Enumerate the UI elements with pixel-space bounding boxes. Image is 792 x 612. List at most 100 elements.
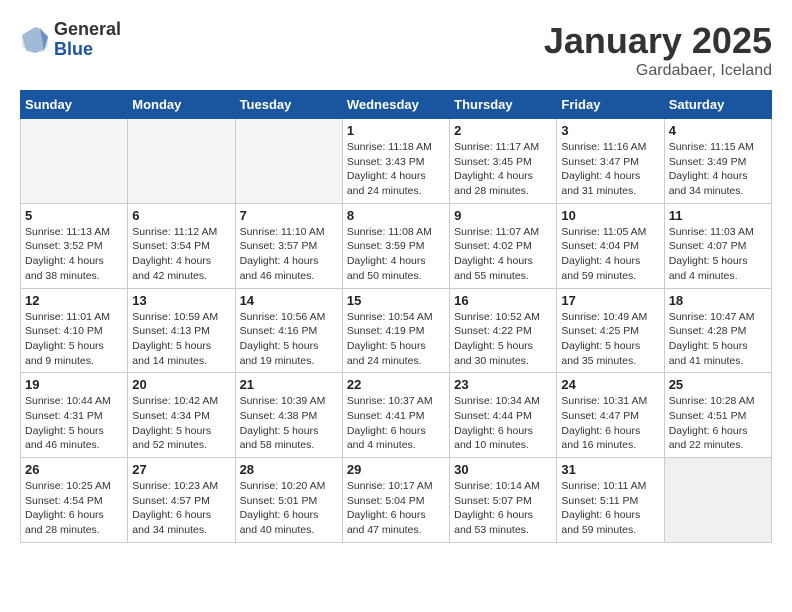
calendar-cell: 9 Sunrise: 11:07 AMSunset: 4:02 PMDayligh… (450, 203, 557, 288)
calendar-week-3: 12 Sunrise: 11:01 AMSunset: 4:10 PMDaylig… (21, 288, 772, 373)
calendar-cell (664, 458, 771, 543)
day-number: 10 (561, 208, 659, 223)
day-number: 29 (347, 462, 445, 477)
calendar-cell: 23 Sunrise: 10:34 AMSunset: 4:44 PMDaylig… (450, 373, 557, 458)
day-number: 3 (561, 123, 659, 138)
day-number: 26 (25, 462, 123, 477)
calendar-cell: 29 Sunrise: 10:17 AMSunset: 5:04 PMDaylig… (342, 458, 449, 543)
day-number: 2 (454, 123, 552, 138)
logo-icon (20, 25, 50, 55)
day-number: 6 (132, 208, 230, 223)
calendar-cell: 12 Sunrise: 11:01 AMSunset: 4:10 PMDaylig… (21, 288, 128, 373)
day-number: 9 (454, 208, 552, 223)
day-info: Sunrise: 11:07 AMSunset: 4:02 PMDaylight… (454, 225, 552, 284)
calendar-cell: 16 Sunrise: 10:52 AMSunset: 4:22 PMDaylig… (450, 288, 557, 373)
day-info: Sunrise: 11:10 AMSunset: 3:57 PMDaylight… (240, 225, 338, 284)
day-info: Sunrise: 10:25 AMSunset: 4:54 PMDaylight… (25, 479, 123, 538)
calendar-cell: 3Sunrise: 11:16 AMSunset: 3:47 PMDayligh… (557, 119, 664, 204)
day-number: 1 (347, 123, 445, 138)
day-info: Sunrise: 11:05 AMSunset: 4:04 PMDaylight… (561, 225, 659, 284)
day-number: 17 (561, 293, 659, 308)
calendar-cell: 17 Sunrise: 10:49 AMSunset: 4:25 PMDaylig… (557, 288, 664, 373)
weekday-header-row: SundayMondayTuesdayWednesdayThursdayFrid… (21, 91, 772, 119)
calendar-cell: 30 Sunrise: 10:14 AMSunset: 5:07 PMDaylig… (450, 458, 557, 543)
calendar-week-2: 5 Sunrise: 11:13 AMSunset: 3:52 PMDayligh… (21, 203, 772, 288)
day-number: 24 (561, 377, 659, 392)
day-number: 11 (669, 208, 767, 223)
calendar-cell: 22 Sunrise: 10:37 AMSunset: 4:41 PMDaylig… (342, 373, 449, 458)
calendar-cell: 6 Sunrise: 11:12 AMSunset: 3:54 PMDayligh… (128, 203, 235, 288)
calendar-cell: 21Sunrise: 10:39 AMSunset: 4:38 PMDaylig… (235, 373, 342, 458)
page-header: General Blue January 2025 Gardabaer, Ice… (20, 20, 772, 80)
calendar-cell: 13 Sunrise: 10:59 AMSunset: 4:13 PMDaylig… (128, 288, 235, 373)
weekday-header-tuesday: Tuesday (235, 91, 342, 119)
day-number: 25 (669, 377, 767, 392)
day-info: Sunrise: 10:14 AMSunset: 5:07 PMDaylight… (454, 479, 552, 538)
calendar-title: January 2025 (544, 20, 772, 62)
calendar-cell: 26 Sunrise: 10:25 AMSunset: 4:54 PMDaylig… (21, 458, 128, 543)
day-number: 5 (25, 208, 123, 223)
day-number: 14 (240, 293, 338, 308)
day-info: Sunrise: 11:18 AMSunset: 3:43 PMDaylight… (347, 140, 445, 199)
day-number: 19 (25, 377, 123, 392)
calendar-cell: 31Sunrise: 10:11 AMSunset: 5:11 PMDaylig… (557, 458, 664, 543)
day-number: 21 (240, 377, 338, 392)
day-info: Sunrise: 10:17 AMSunset: 5:04 PMDaylight… (347, 479, 445, 538)
day-info: Sunrise: 10:23 AMSunset: 4:57 PMDaylight… (132, 479, 230, 538)
day-number: 13 (132, 293, 230, 308)
calendar-cell: 4 Sunrise: 11:15 AMSunset: 3:49 PMDayligh… (664, 119, 771, 204)
weekday-header-wednesday: Wednesday (342, 91, 449, 119)
day-info: Sunrise: 10:47 AMSunset: 4:28 PMDaylight… (669, 310, 767, 369)
day-info: Sunrise: 10:44 AMSunset: 4:31 PMDaylight… (25, 394, 123, 453)
day-info: Sunrise: 10:49 AMSunset: 4:25 PMDaylight… (561, 310, 659, 369)
weekday-header-sunday: Sunday (21, 91, 128, 119)
weekday-header-monday: Monday (128, 91, 235, 119)
calendar-cell: 8Sunrise: 11:08 AMSunset: 3:59 PMDayligh… (342, 203, 449, 288)
calendar-cell (128, 119, 235, 204)
calendar-table: SundayMondayTuesdayWednesdayThursdayFrid… (20, 90, 772, 543)
day-number: 22 (347, 377, 445, 392)
calendar-week-4: 19 Sunrise: 10:44 AMSunset: 4:31 PMDaylig… (21, 373, 772, 458)
day-number: 7 (240, 208, 338, 223)
day-info: Sunrise: 10:54 AMSunset: 4:19 PMDaylight… (347, 310, 445, 369)
calendar-week-1: 1 Sunrise: 11:18 AMSunset: 3:43 PMDayligh… (21, 119, 772, 204)
day-number: 4 (669, 123, 767, 138)
day-info: Sunrise: 10:52 AMSunset: 4:22 PMDaylight… (454, 310, 552, 369)
day-info: Sunrise: 10:28 AMSunset: 4:51 PMDaylight… (669, 394, 767, 453)
day-number: 27 (132, 462, 230, 477)
calendar-cell: 18Sunrise: 10:47 AMSunset: 4:28 PMDaylig… (664, 288, 771, 373)
calendar-cell: 19 Sunrise: 10:44 AMSunset: 4:31 PMDaylig… (21, 373, 128, 458)
day-info: Sunrise: 11:01 AMSunset: 4:10 PMDaylight… (25, 310, 123, 369)
calendar-cell: 24Sunrise: 10:31 AMSunset: 4:47 PMDaylig… (557, 373, 664, 458)
day-info: Sunrise: 10:59 AMSunset: 4:13 PMDaylight… (132, 310, 230, 369)
day-info: Sunrise: 11:12 AMSunset: 3:54 PMDaylight… (132, 225, 230, 284)
calendar-cell: 15Sunrise: 10:54 AMSunset: 4:19 PMDaylig… (342, 288, 449, 373)
logo: General Blue (20, 20, 121, 60)
day-number: 8 (347, 208, 445, 223)
day-number: 30 (454, 462, 552, 477)
day-info: Sunrise: 11:13 AMSunset: 3:52 PMDaylight… (25, 225, 123, 284)
day-number: 16 (454, 293, 552, 308)
calendar-cell: 11 Sunrise: 11:03 AMSunset: 4:07 PMDaylig… (664, 203, 771, 288)
day-info: Sunrise: 11:17 AMSunset: 3:45 PMDaylight… (454, 140, 552, 199)
day-number: 23 (454, 377, 552, 392)
day-info: Sunrise: 10:34 AMSunset: 4:44 PMDaylight… (454, 394, 552, 453)
day-info: Sunrise: 11:03 AMSunset: 4:07 PMDaylight… (669, 225, 767, 284)
calendar-cell: 2 Sunrise: 11:17 AMSunset: 3:45 PMDayligh… (450, 119, 557, 204)
weekday-header-thursday: Thursday (450, 91, 557, 119)
calendar-cell: 20Sunrise: 10:42 AMSunset: 4:34 PMDaylig… (128, 373, 235, 458)
calendar-cell: 7 Sunrise: 11:10 AMSunset: 3:57 PMDayligh… (235, 203, 342, 288)
calendar-cell: 10 Sunrise: 11:05 AMSunset: 4:04 PMDaylig… (557, 203, 664, 288)
day-info: Sunrise: 10:37 AMSunset: 4:41 PMDaylight… (347, 394, 445, 453)
calendar-cell: 1 Sunrise: 11:18 AMSunset: 3:43 PMDayligh… (342, 119, 449, 204)
day-info: Sunrise: 11:15 AMSunset: 3:49 PMDaylight… (669, 140, 767, 199)
day-info: Sunrise: 10:56 AMSunset: 4:16 PMDaylight… (240, 310, 338, 369)
logo-general: General (54, 20, 121, 40)
day-number: 12 (25, 293, 123, 308)
day-info: Sunrise: 10:11 AMSunset: 5:11 PMDaylight… (561, 479, 659, 538)
calendar-cell (235, 119, 342, 204)
calendar-subtitle: Gardabaer, Iceland (544, 62, 772, 80)
calendar-cell: 27 Sunrise: 10:23 AMSunset: 4:57 PMDaylig… (128, 458, 235, 543)
day-number: 20 (132, 377, 230, 392)
calendar-cell: 14 Sunrise: 10:56 AMSunset: 4:16 PMDaylig… (235, 288, 342, 373)
